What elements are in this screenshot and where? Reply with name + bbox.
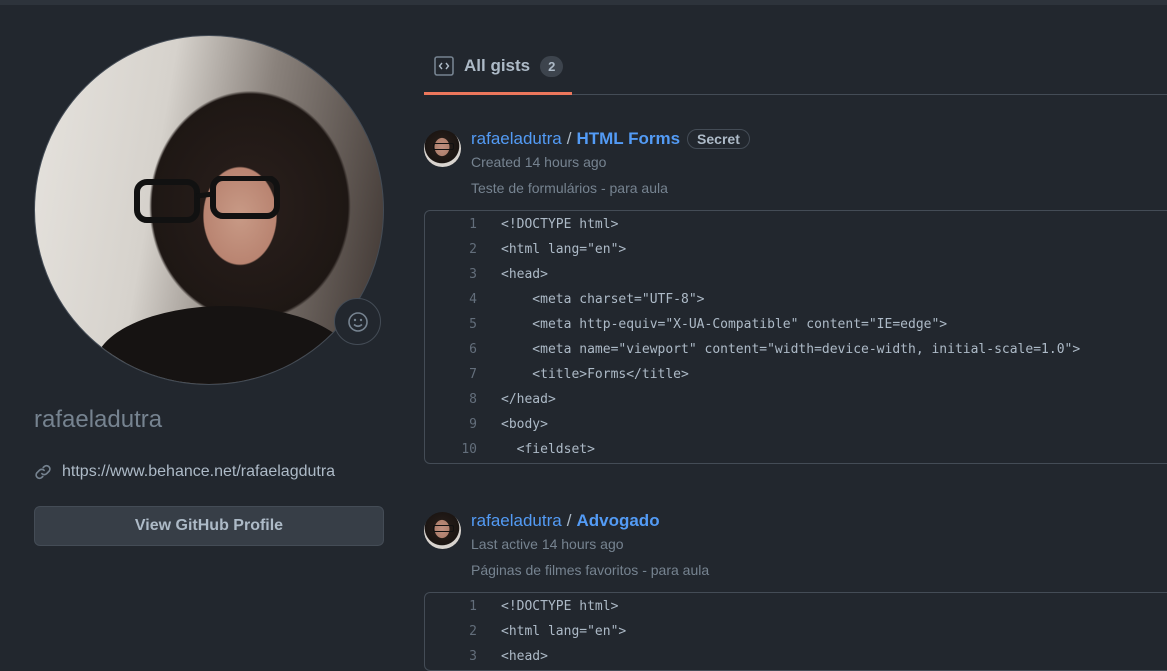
top-bar — [0, 0, 1167, 5]
gist-name-link[interactable]: Advogado — [576, 511, 659, 531]
line-content: <!DOCTYPE html> — [501, 217, 619, 232]
line-number: 4 — [469, 292, 477, 307]
code-line: 1 <!DOCTYPE html> — [425, 594, 1167, 619]
code-line: 3 <head> — [425, 262, 1167, 287]
line-content: </head> — [501, 392, 556, 407]
gist-count-badge: 2 — [540, 55, 564, 77]
profile-username: rafaeladutra — [34, 406, 163, 433]
line-number: 7 — [469, 367, 477, 382]
separator: / — [566, 511, 572, 530]
line-content: <html lang="en"> — [501, 624, 627, 639]
profile-website: https://www.behance.net/rafaelagdutra — [34, 463, 335, 481]
gist-meta: Last active 14 hours ago — [471, 536, 624, 552]
code-line: 10 <fieldset> — [425, 437, 1167, 462]
tab-label: All gists — [464, 56, 531, 75]
gist-title: rafaeladutra / HTML Forms Secret — [471, 129, 750, 149]
gist-description: Teste de formulários - para aula — [471, 180, 668, 196]
profile-avatar — [34, 35, 384, 385]
gist-meta: Created 14 hours ago — [471, 154, 607, 170]
line-number: 9 — [469, 417, 477, 432]
secret-badge: Secret — [687, 129, 750, 149]
code-line: 4 <meta charset="UTF-8"> — [425, 287, 1167, 312]
line-number: 1 — [469, 599, 477, 614]
gist-name-link[interactable]: HTML Forms — [576, 129, 680, 149]
line-number: 2 — [469, 242, 477, 257]
code-line: 6 <meta name="viewport" content="width=d… — [425, 337, 1167, 362]
owner-avatar[interactable] — [424, 130, 461, 167]
code-line: 8 </head> — [425, 387, 1167, 412]
code-preview[interactable]: 1 <!DOCTYPE html> 2 <html lang="en"> 3 <head>… — [424, 210, 1167, 464]
code-line: 3 <head> — [425, 644, 1167, 669]
view-github-profile-button[interactable]: View GitHub Profile — [34, 506, 384, 546]
line-number: 1 — [469, 217, 477, 232]
code-line: 7 <title>Forms</title> — [425, 362, 1167, 387]
link-icon — [35, 464, 51, 480]
gist-owner-link[interactable]: rafaeladutra — [471, 129, 562, 149]
tab-all-gists[interactable]: All gists 2 — [424, 40, 572, 95]
code-line: 2 <html lang="en"> — [425, 619, 1167, 644]
separator: / — [566, 129, 572, 148]
line-content: <meta name="viewport" content="width=dev… — [501, 342, 1081, 357]
line-number: 3 — [469, 649, 477, 664]
code-line: 9 <body> — [425, 412, 1167, 437]
line-content: <meta charset="UTF-8"> — [501, 292, 705, 307]
line-content: <!DOCTYPE html> — [501, 599, 619, 614]
owner-avatar[interactable] — [424, 512, 461, 549]
gist-description: Páginas de filmes favoritos - para aula — [471, 562, 710, 578]
code-line: 5 <meta http-equiv="X-UA-Compatible" con… — [425, 312, 1167, 337]
line-number: 6 — [469, 342, 477, 357]
code-line: 2 <html lang="en"> — [425, 237, 1167, 262]
avatar-shirt — [95, 306, 355, 384]
line-number: 3 — [469, 267, 477, 282]
tab-bar: All gists 2 — [424, 40, 1167, 95]
code-square-icon — [434, 56, 454, 76]
code-preview[interactable]: 1 <!DOCTYPE html> 2 <html lang="en"> 3 <head> — [424, 592, 1167, 671]
gist-title: rafaeladutra / Advogado — [471, 511, 660, 531]
line-content: <fieldset> — [501, 442, 595, 457]
gist-owner-link[interactable]: rafaeladutra — [471, 511, 562, 531]
line-number: 5 — [469, 317, 477, 332]
line-content: <head> — [501, 649, 548, 664]
line-content: <body> — [501, 417, 548, 432]
code-line: 1 <!DOCTYPE html> — [425, 212, 1167, 237]
line-number: 2 — [469, 624, 477, 639]
line-content: <html lang="en"> — [501, 242, 627, 257]
line-number: 10 — [461, 442, 477, 457]
website-link[interactable]: https://www.behance.net/rafaelagdutra — [62, 463, 335, 481]
line-content: <meta http-equiv="X-UA-Compatible" conte… — [501, 317, 948, 332]
line-content: <head> — [501, 267, 548, 282]
smiley-icon — [347, 311, 368, 332]
avatar-glasses — [134, 176, 280, 223]
line-content: <title>Forms</title> — [501, 367, 689, 382]
set-status-button[interactable] — [334, 298, 381, 345]
line-number: 8 — [469, 392, 477, 407]
